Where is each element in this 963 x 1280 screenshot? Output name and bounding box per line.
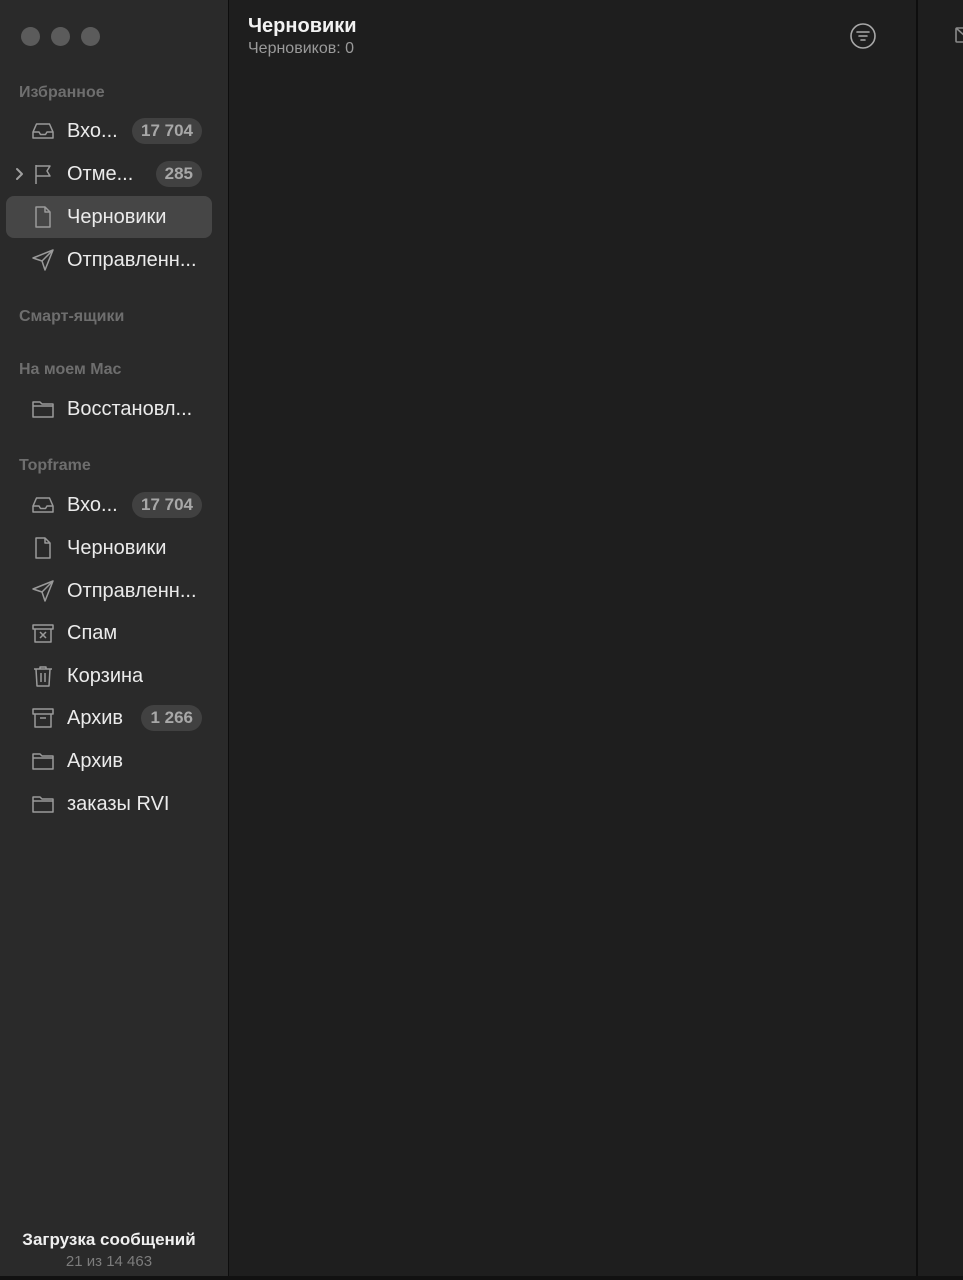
folder-icon [31, 749, 55, 773]
mail-window: Избранное Вхо... 17 704 Отме... 285 Черн… [0, 0, 963, 1280]
window-controls [21, 27, 100, 46]
sidebar-item-label: Отправленн... [67, 249, 197, 271]
message-list[interactable]: Черновики Черновиков: 0 [229, 0, 918, 1276]
section-title-account[interactable]: Topframe [19, 457, 91, 475]
inbox-icon [31, 119, 55, 143]
sidebar-item-inbox[interactable]: Вхо... 17 704 [6, 110, 212, 152]
folder-icon [31, 397, 55, 421]
sync-status-progress: 21 из 14 463 [65, 1253, 153, 1270]
sidebar-item-orders-rvi[interactable]: заказы RVI [6, 783, 212, 825]
sidebar-item-label: Вхо... [67, 494, 118, 516]
sync-status: Загрузка сообщений 21 из 14 463 [0, 1230, 218, 1270]
inbox-icon [31, 493, 55, 517]
mailbox-count: Черновиков: 0 [248, 40, 354, 57]
filter-button[interactable] [849, 22, 877, 50]
paper-plane-icon [31, 579, 55, 603]
sidebar-item-trash[interactable]: Корзина [6, 655, 212, 697]
sidebar-item-label: Спам [67, 622, 118, 644]
document-icon [31, 205, 55, 229]
trash-icon [31, 664, 55, 688]
unread-count-badge: 17 704 [132, 118, 202, 144]
sidebar-item-sent[interactable]: Отправленн... [6, 239, 212, 281]
sidebar-item-archive[interactable]: Архив 1 266 [6, 697, 212, 739]
sync-status-title: Загрузка сообщений [22, 1230, 196, 1249]
sidebar-item-label: Черновики [67, 206, 167, 228]
sidebar-item-label: Архив [67, 750, 124, 772]
sidebar-item-label: заказы RVI [67, 793, 170, 815]
sidebar-item-label: Архив [67, 707, 124, 729]
sidebar-item-label: Отправленн... [67, 580, 197, 602]
sidebar-item-drafts[interactable]: Черновики [6, 196, 212, 238]
unread-count-badge: 17 704 [132, 492, 202, 518]
archive-box-icon [31, 706, 55, 730]
sidebar-item-account-sent[interactable]: Отправленн... [6, 570, 212, 612]
sidebar-item-spam[interactable]: Спам [6, 612, 212, 654]
sidebar-item-account-inbox[interactable]: Вхо... 17 704 [6, 484, 212, 526]
paper-plane-icon [31, 248, 55, 272]
zoom-window-button[interactable] [81, 27, 100, 46]
minimize-window-button[interactable] [51, 27, 70, 46]
document-icon [31, 536, 55, 560]
sidebar-item-label: Вхо... [67, 120, 118, 142]
flag-icon [31, 162, 55, 186]
flagged-count-badge: 285 [155, 161, 202, 187]
folder-icon [31, 792, 55, 816]
junk-icon [31, 621, 55, 645]
close-window-button[interactable] [21, 27, 40, 46]
sidebar-item-label: Черновики [67, 537, 167, 559]
sidebar-item-label: Корзина [67, 665, 144, 687]
sidebar-item-flagged[interactable]: Отме... 285 [6, 153, 212, 195]
sidebar-item-archive-folder[interactable]: Архив [6, 740, 212, 782]
compose-icon [954, 24, 963, 46]
archive-count-badge: 1 266 [141, 705, 202, 731]
filter-icon [849, 22, 877, 50]
sidebar-item-account-drafts[interactable]: Черновики [6, 527, 212, 569]
chevron-right-icon[interactable] [12, 166, 26, 182]
mailbox-title: Черновики [248, 15, 357, 37]
section-title-favorites[interactable]: Избранное [19, 84, 105, 102]
section-title-on-my-mac[interactable]: На моем Mac [19, 361, 121, 379]
compose-button[interactable] [954, 24, 963, 46]
message-viewer [918, 0, 963, 1276]
window-bottom-edge [0, 1276, 963, 1280]
sidebar: Избранное Вхо... 17 704 Отме... 285 Черн… [0, 0, 229, 1276]
sidebar-item-label: Отме... [67, 163, 134, 185]
sidebar-item-recovered[interactable]: Восстановл... [6, 388, 212, 430]
sidebar-item-label: Восстановл... [67, 398, 193, 420]
section-title-smart-mailboxes[interactable]: Смарт-ящики [19, 308, 124, 326]
